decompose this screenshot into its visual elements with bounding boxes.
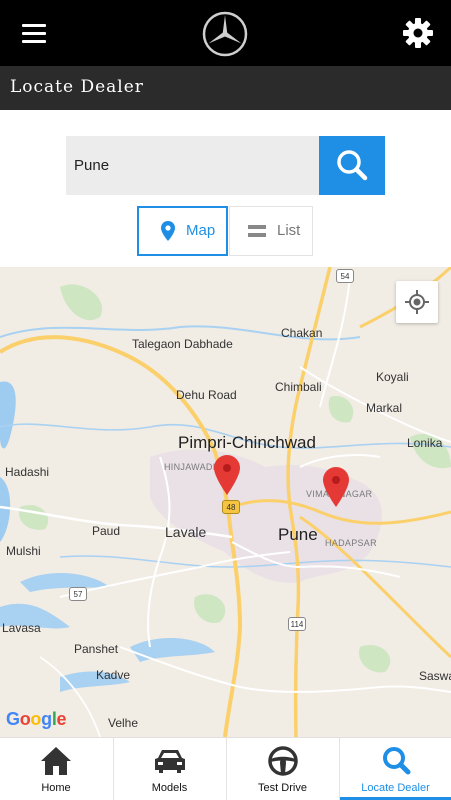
nav-label: Locate Dealer bbox=[361, 782, 430, 794]
map-toggle-label: Map bbox=[186, 222, 216, 239]
highway-shield: 54 bbox=[336, 269, 354, 283]
top-app-bar bbox=[0, 0, 451, 66]
my-location-button[interactable] bbox=[396, 281, 438, 323]
search-button[interactable] bbox=[319, 136, 385, 195]
list-view-toggle[interactable]: List bbox=[229, 206, 313, 256]
nav-item-test-drive[interactable]: Test Drive bbox=[226, 738, 338, 800]
map-place-label: Lavasa bbox=[2, 621, 41, 635]
map-place-label: Chimbali bbox=[275, 380, 322, 394]
map-place-label: Dehu Road bbox=[176, 388, 237, 402]
nav-label: Test Drive bbox=[258, 782, 307, 794]
map-place-label: Velhe bbox=[108, 716, 139, 730]
map-view-toggle[interactable]: Map bbox=[137, 206, 228, 256]
map-place-label: HADAPSAR bbox=[325, 538, 377, 548]
map-place-label: HINJAWADI bbox=[164, 462, 216, 472]
nav-item-home[interactable]: Home bbox=[0, 738, 112, 800]
nav-item-locate-dealer[interactable]: Locate Dealer bbox=[339, 738, 451, 800]
map-place-label: Pune bbox=[278, 525, 318, 544]
my-location-icon bbox=[405, 290, 429, 314]
search-icon bbox=[382, 747, 410, 775]
map-place-label: Kadve bbox=[96, 668, 131, 682]
google-attribution-logo: Google bbox=[6, 709, 67, 729]
home-icon bbox=[41, 747, 71, 775]
map-place-label: Pimpri-Chinchwad bbox=[178, 433, 316, 452]
list-icon bbox=[248, 225, 266, 237]
nav-label: Home bbox=[41, 782, 71, 794]
map-place-label: Markal bbox=[366, 401, 403, 415]
map-place-label: Talegaon Dabhade bbox=[132, 337, 233, 351]
hamburger-menu-icon[interactable] bbox=[14, 18, 56, 50]
bottom-navigation: Home Models Test Drive Locate Dealer bbox=[0, 737, 451, 800]
map-place-label: Paud bbox=[92, 524, 121, 538]
map-place-label: Lavale bbox=[165, 524, 207, 540]
page-title-bar: Locate Dealer bbox=[0, 66, 451, 110]
locate-dealer-screen: Locate Dealer Map List bbox=[0, 0, 451, 800]
highway-shield: 57 bbox=[69, 587, 87, 601]
gear-icon[interactable] bbox=[398, 13, 438, 53]
highway-shield: 114 bbox=[288, 617, 306, 631]
map-place-label: Koyali bbox=[376, 370, 409, 384]
car-icon bbox=[154, 750, 185, 773]
map-place-label: Saswa bbox=[419, 669, 451, 683]
list-toggle-label: List bbox=[277, 222, 301, 239]
mercedes-star-logo bbox=[202, 11, 248, 57]
map-place-label: Hadashi bbox=[5, 465, 50, 479]
map-place-label: Mulshi bbox=[6, 544, 41, 558]
dealer-marker[interactable] bbox=[214, 455, 240, 495]
city-search-input[interactable] bbox=[66, 136, 319, 195]
nav-item-models[interactable]: Models bbox=[113, 738, 225, 800]
location-pin-icon bbox=[161, 221, 175, 241]
map-place-label: Panshet bbox=[74, 642, 119, 656]
map-place-label: Chakan bbox=[281, 326, 323, 340]
search-icon bbox=[337, 150, 368, 181]
steering-wheel-icon bbox=[267, 746, 298, 776]
map-place-label: Lonika bbox=[407, 436, 443, 450]
page-title: Locate Dealer bbox=[10, 77, 144, 97]
highway-shield: 48 bbox=[222, 500, 240, 514]
dealer-marker[interactable] bbox=[323, 467, 349, 507]
dealer-map[interactable]: 54 48 57 114 Chakan Talegaon Dabhade Chi… bbox=[0, 267, 451, 737]
nav-label: Models bbox=[151, 782, 188, 794]
